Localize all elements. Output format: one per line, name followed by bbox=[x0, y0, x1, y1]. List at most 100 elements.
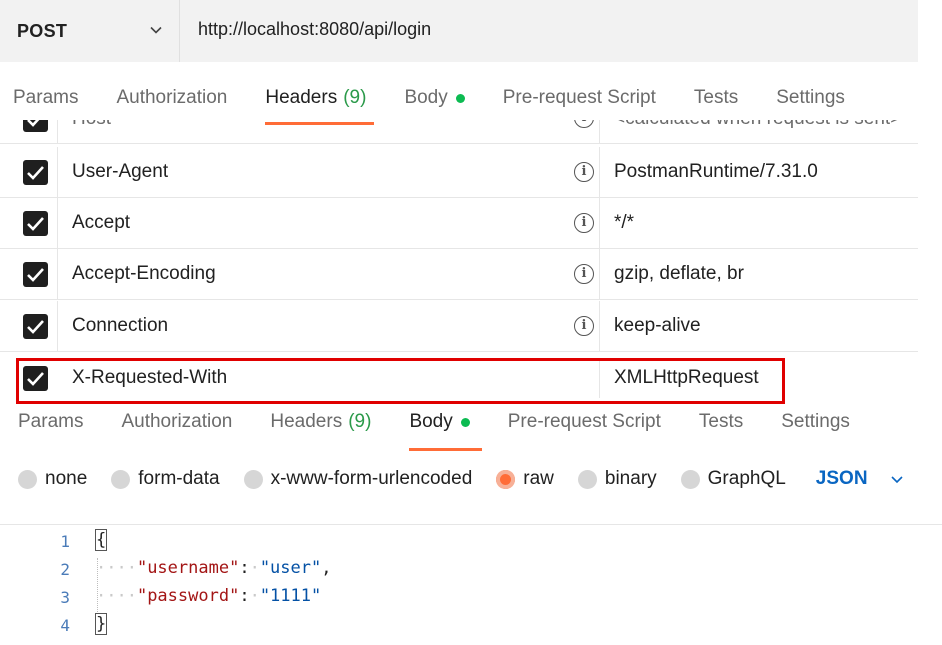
table-row: Accept-Encoding i gzip, deflate, br bbox=[0, 249, 918, 300]
url-input[interactable]: http://localhost:8080/api/login bbox=[198, 19, 431, 40]
tab-label: Params bbox=[18, 411, 84, 432]
body-status-dot bbox=[460, 417, 470, 427]
header-value[interactable]: <calculated when request is sent> bbox=[614, 120, 901, 130]
radio-icon bbox=[243, 469, 263, 489]
code-line: ····"password":·"1111" bbox=[96, 586, 321, 606]
tab-label: Params bbox=[13, 87, 79, 108]
checkbox-checked-icon[interactable] bbox=[23, 314, 48, 339]
table-row: Host i <calculated when request is sent> bbox=[0, 120, 918, 144]
radio-label: GraphQL bbox=[707, 468, 786, 489]
tab-label: Body bbox=[409, 411, 453, 432]
radio-label: binary bbox=[604, 468, 657, 489]
column-divider bbox=[599, 120, 600, 143]
request-url-bar: POST http://localhost:8080/api/login bbox=[0, 0, 918, 62]
column-divider bbox=[599, 147, 600, 197]
code-colon: : bbox=[239, 558, 250, 578]
header-value[interactable]: PostmanRuntime/7.31.0 bbox=[614, 161, 818, 183]
radio-label: x-www-form-urlencoded bbox=[270, 468, 473, 489]
header-value[interactable]: keep-alive bbox=[614, 315, 701, 337]
tab-label: Body bbox=[404, 87, 448, 108]
checkbox-checked-icon[interactable] bbox=[23, 262, 48, 287]
code-colon: : bbox=[239, 586, 250, 606]
tab-label: Pre-request Script bbox=[507, 411, 661, 432]
radio-form-data[interactable]: form-data bbox=[111, 468, 220, 490]
tab-params[interactable]: Params bbox=[13, 87, 78, 109]
tab-body[interactable]: Body bbox=[409, 411, 482, 451]
method-label: POST bbox=[17, 20, 68, 41]
header-key[interactable]: Accept-Encoding bbox=[72, 263, 216, 285]
line-number: 3 bbox=[60, 588, 70, 607]
active-tab-indicator bbox=[409, 448, 482, 451]
table-row: Accept i */* bbox=[0, 198, 918, 249]
tab-label: Settings bbox=[776, 87, 845, 108]
header-key[interactable]: Connection bbox=[72, 315, 168, 337]
info-icon[interactable]: i bbox=[574, 213, 594, 233]
tab-headers[interactable]: Headers (9) bbox=[265, 87, 375, 125]
chevron-down-icon[interactable] bbox=[890, 472, 904, 486]
tab-tests[interactable]: Tests bbox=[694, 87, 738, 109]
header-key[interactable]: User-Agent bbox=[72, 161, 168, 183]
code-value: "user" bbox=[259, 558, 322, 578]
line-number: 2 bbox=[60, 560, 70, 579]
code-editor[interactable]: 1 2 3 4 { ····"username":·"user", ····"p… bbox=[0, 524, 942, 645]
checkbox-cell bbox=[0, 301, 58, 351]
tab-label: Settings bbox=[781, 411, 850, 432]
radio-label: none bbox=[45, 468, 88, 489]
code-space: · bbox=[249, 558, 260, 578]
code-space: · bbox=[249, 586, 260, 606]
header-key[interactable]: Accept bbox=[72, 212, 130, 234]
radio-x-www-form-urlencoded[interactable]: x-www-form-urlencoded bbox=[243, 468, 473, 490]
column-divider bbox=[599, 249, 600, 299]
checkbox-checked-icon[interactable] bbox=[23, 120, 48, 132]
method-selector[interactable]: POST bbox=[0, 0, 180, 62]
tab-label: Headers bbox=[270, 411, 343, 432]
code-line: { bbox=[94, 529, 108, 551]
tab-pre-request-script[interactable]: Pre-request Script bbox=[503, 87, 656, 109]
tab-label: Headers bbox=[265, 87, 338, 108]
line-number: 1 bbox=[60, 532, 70, 551]
info-icon[interactable]: i bbox=[574, 264, 594, 284]
radio-label: raw bbox=[523, 468, 554, 489]
tab-pre-request-script[interactable]: Pre-request Script bbox=[508, 411, 661, 433]
radio-binary[interactable]: binary bbox=[577, 468, 657, 490]
tab-authorization[interactable]: Authorization bbox=[121, 411, 232, 433]
tab-settings[interactable]: Settings bbox=[776, 87, 845, 109]
header-value[interactable]: */* bbox=[614, 212, 634, 234]
chevron-down-icon bbox=[150, 26, 162, 34]
checkbox-cell bbox=[0, 120, 58, 143]
tab-label: Tests bbox=[693, 87, 739, 108]
code-key: "username" bbox=[136, 558, 240, 578]
radio-raw[interactable]: raw bbox=[496, 468, 554, 490]
header-value[interactable]: gzip, deflate, br bbox=[614, 263, 744, 285]
format-dropdown[interactable]: JSON bbox=[816, 468, 868, 490]
tab-label: Authorization bbox=[121, 411, 233, 432]
radio-none[interactable]: none bbox=[18, 468, 87, 490]
tab-headers[interactable]: Headers (9) bbox=[270, 411, 371, 433]
radio-icon bbox=[577, 469, 597, 489]
tab-authorization[interactable]: Authorization bbox=[116, 87, 227, 109]
radio-graphql[interactable]: GraphQL bbox=[680, 468, 786, 490]
info-icon[interactable]: i bbox=[574, 120, 594, 128]
radio-icon bbox=[680, 469, 700, 489]
code-close-brace: } bbox=[94, 613, 108, 635]
request-tabs-top: Params Authorization Headers (9) Body Pr… bbox=[13, 87, 883, 125]
code-indent: ···· bbox=[96, 558, 137, 578]
column-divider bbox=[599, 198, 600, 248]
header-key[interactable]: Host bbox=[72, 120, 111, 130]
checkbox-checked-icon[interactable] bbox=[23, 211, 48, 236]
tab-settings[interactable]: Settings bbox=[781, 411, 850, 433]
tab-params[interactable]: Params bbox=[18, 411, 83, 433]
info-icon[interactable]: i bbox=[574, 316, 594, 336]
code-key: "password" bbox=[136, 586, 240, 606]
tab-tests[interactable]: Tests bbox=[699, 411, 743, 433]
body-status-dot bbox=[455, 93, 465, 103]
highlight-box bbox=[16, 358, 785, 404]
tab-body[interactable]: Body bbox=[404, 87, 465, 109]
headers-count-badge: (9) bbox=[348, 411, 372, 432]
column-divider bbox=[599, 301, 600, 351]
checkbox-cell bbox=[0, 249, 58, 299]
checkbox-checked-icon[interactable] bbox=[23, 160, 48, 185]
info-icon[interactable]: i bbox=[574, 162, 594, 182]
code-line: } bbox=[94, 613, 108, 635]
code-value: "1111" bbox=[259, 586, 322, 606]
